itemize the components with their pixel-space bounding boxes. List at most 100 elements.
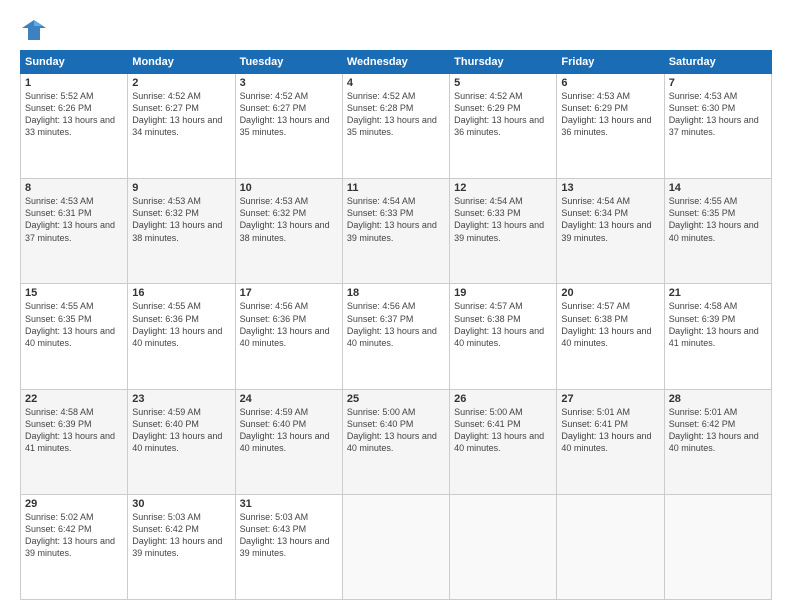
day-number: 30 <box>132 498 230 510</box>
day-info: Sunrise: 4:57 AMSunset: 6:38 PMDaylight:… <box>561 301 651 347</box>
day-info: Sunrise: 4:53 AMSunset: 6:32 PMDaylight:… <box>132 196 222 242</box>
calendar-cell: 27 Sunrise: 5:01 AMSunset: 6:41 PMDaylig… <box>557 389 664 494</box>
day-number: 25 <box>347 393 445 405</box>
day-info: Sunrise: 4:52 AMSunset: 6:28 PMDaylight:… <box>347 91 437 137</box>
calendar-cell: 18 Sunrise: 4:56 AMSunset: 6:37 PMDaylig… <box>342 284 449 389</box>
day-info: Sunrise: 4:54 AMSunset: 6:34 PMDaylight:… <box>561 196 651 242</box>
calendar-cell: 3 Sunrise: 4:52 AMSunset: 6:27 PMDayligh… <box>235 74 342 179</box>
calendar-cell: 10 Sunrise: 4:53 AMSunset: 6:32 PMDaylig… <box>235 179 342 284</box>
calendar-week-row: 8 Sunrise: 4:53 AMSunset: 6:31 PMDayligh… <box>21 179 772 284</box>
day-info: Sunrise: 4:59 AMSunset: 6:40 PMDaylight:… <box>240 407 330 453</box>
day-number: 16 <box>132 287 230 299</box>
calendar-cell: 15 Sunrise: 4:55 AMSunset: 6:35 PMDaylig… <box>21 284 128 389</box>
day-info: Sunrise: 4:58 AMSunset: 6:39 PMDaylight:… <box>669 301 759 347</box>
day-number: 31 <box>240 498 338 510</box>
day-number: 17 <box>240 287 338 299</box>
calendar-cell <box>664 494 771 599</box>
weekday-header: Wednesday <box>342 51 449 74</box>
calendar-cell <box>557 494 664 599</box>
weekday-header: Thursday <box>450 51 557 74</box>
weekday-header: Monday <box>128 51 235 74</box>
calendar-cell: 13 Sunrise: 4:54 AMSunset: 6:34 PMDaylig… <box>557 179 664 284</box>
day-number: 6 <box>561 77 659 89</box>
day-info: Sunrise: 4:56 AMSunset: 6:37 PMDaylight:… <box>347 301 437 347</box>
calendar-cell: 1 Sunrise: 5:52 AMSunset: 6:26 PMDayligh… <box>21 74 128 179</box>
weekday-header: Saturday <box>664 51 771 74</box>
day-info: Sunrise: 5:01 AMSunset: 6:41 PMDaylight:… <box>561 407 651 453</box>
logo <box>20 18 52 42</box>
calendar-cell: 8 Sunrise: 4:53 AMSunset: 6:31 PMDayligh… <box>21 179 128 284</box>
calendar-cell: 24 Sunrise: 4:59 AMSunset: 6:40 PMDaylig… <box>235 389 342 494</box>
day-number: 7 <box>669 77 767 89</box>
calendar-cell: 21 Sunrise: 4:58 AMSunset: 6:39 PMDaylig… <box>664 284 771 389</box>
day-number: 28 <box>669 393 767 405</box>
day-info: Sunrise: 5:52 AMSunset: 6:26 PMDaylight:… <box>25 91 115 137</box>
day-number: 26 <box>454 393 552 405</box>
day-number: 19 <box>454 287 552 299</box>
day-info: Sunrise: 5:00 AMSunset: 6:41 PMDaylight:… <box>454 407 544 453</box>
day-info: Sunrise: 4:59 AMSunset: 6:40 PMDaylight:… <box>132 407 222 453</box>
day-number: 24 <box>240 393 338 405</box>
calendar-cell: 17 Sunrise: 4:56 AMSunset: 6:36 PMDaylig… <box>235 284 342 389</box>
calendar-cell: 5 Sunrise: 4:52 AMSunset: 6:29 PMDayligh… <box>450 74 557 179</box>
day-number: 20 <box>561 287 659 299</box>
day-info: Sunrise: 4:58 AMSunset: 6:39 PMDaylight:… <box>25 407 115 453</box>
day-number: 1 <box>25 77 123 89</box>
day-number: 23 <box>132 393 230 405</box>
calendar-cell: 31 Sunrise: 5:03 AMSunset: 6:43 PMDaylig… <box>235 494 342 599</box>
page: SundayMondayTuesdayWednesdayThursdayFrid… <box>0 0 792 612</box>
calendar-cell: 12 Sunrise: 4:54 AMSunset: 6:33 PMDaylig… <box>450 179 557 284</box>
calendar-cell: 16 Sunrise: 4:55 AMSunset: 6:36 PMDaylig… <box>128 284 235 389</box>
day-info: Sunrise: 4:54 AMSunset: 6:33 PMDaylight:… <box>347 196 437 242</box>
day-number: 3 <box>240 77 338 89</box>
day-number: 5 <box>454 77 552 89</box>
day-info: Sunrise: 4:53 AMSunset: 6:31 PMDaylight:… <box>25 196 115 242</box>
day-info: Sunrise: 5:03 AMSunset: 6:42 PMDaylight:… <box>132 512 222 558</box>
calendar-cell: 29 Sunrise: 5:02 AMSunset: 6:42 PMDaylig… <box>21 494 128 599</box>
calendar-week-row: 1 Sunrise: 5:52 AMSunset: 6:26 PMDayligh… <box>21 74 772 179</box>
day-info: Sunrise: 4:53 AMSunset: 6:30 PMDaylight:… <box>669 91 759 137</box>
calendar-cell: 2 Sunrise: 4:52 AMSunset: 6:27 PMDayligh… <box>128 74 235 179</box>
day-number: 8 <box>25 182 123 194</box>
day-number: 29 <box>25 498 123 510</box>
day-number: 11 <box>347 182 445 194</box>
day-number: 13 <box>561 182 659 194</box>
calendar-cell: 6 Sunrise: 4:53 AMSunset: 6:29 PMDayligh… <box>557 74 664 179</box>
day-info: Sunrise: 5:01 AMSunset: 6:42 PMDaylight:… <box>669 407 759 453</box>
weekday-header: Sunday <box>21 51 128 74</box>
calendar-cell: 4 Sunrise: 4:52 AMSunset: 6:28 PMDayligh… <box>342 74 449 179</box>
calendar-cell: 22 Sunrise: 4:58 AMSunset: 6:39 PMDaylig… <box>21 389 128 494</box>
day-info: Sunrise: 4:55 AMSunset: 6:35 PMDaylight:… <box>25 301 115 347</box>
calendar-week-row: 22 Sunrise: 4:58 AMSunset: 6:39 PMDaylig… <box>21 389 772 494</box>
day-number: 21 <box>669 287 767 299</box>
day-number: 10 <box>240 182 338 194</box>
calendar-cell: 14 Sunrise: 4:55 AMSunset: 6:35 PMDaylig… <box>664 179 771 284</box>
calendar-cell: 11 Sunrise: 4:54 AMSunset: 6:33 PMDaylig… <box>342 179 449 284</box>
day-info: Sunrise: 4:53 AMSunset: 6:32 PMDaylight:… <box>240 196 330 242</box>
day-number: 18 <box>347 287 445 299</box>
day-number: 12 <box>454 182 552 194</box>
calendar-cell: 9 Sunrise: 4:53 AMSunset: 6:32 PMDayligh… <box>128 179 235 284</box>
calendar-week-row: 29 Sunrise: 5:02 AMSunset: 6:42 PMDaylig… <box>21 494 772 599</box>
logo-icon <box>20 18 48 42</box>
weekday-header: Friday <box>557 51 664 74</box>
day-info: Sunrise: 4:53 AMSunset: 6:29 PMDaylight:… <box>561 91 651 137</box>
day-info: Sunrise: 4:52 AMSunset: 6:27 PMDaylight:… <box>132 91 222 137</box>
calendar-cell: 25 Sunrise: 5:00 AMSunset: 6:40 PMDaylig… <box>342 389 449 494</box>
calendar-cell: 26 Sunrise: 5:00 AMSunset: 6:41 PMDaylig… <box>450 389 557 494</box>
day-number: 27 <box>561 393 659 405</box>
calendar-cell <box>450 494 557 599</box>
calendar-cell: 19 Sunrise: 4:57 AMSunset: 6:38 PMDaylig… <box>450 284 557 389</box>
day-number: 2 <box>132 77 230 89</box>
calendar-cell: 23 Sunrise: 4:59 AMSunset: 6:40 PMDaylig… <box>128 389 235 494</box>
day-number: 4 <box>347 77 445 89</box>
calendar-cell: 28 Sunrise: 5:01 AMSunset: 6:42 PMDaylig… <box>664 389 771 494</box>
day-info: Sunrise: 4:56 AMSunset: 6:36 PMDaylight:… <box>240 301 330 347</box>
day-info: Sunrise: 5:00 AMSunset: 6:40 PMDaylight:… <box>347 407 437 453</box>
day-info: Sunrise: 4:52 AMSunset: 6:27 PMDaylight:… <box>240 91 330 137</box>
day-info: Sunrise: 4:52 AMSunset: 6:29 PMDaylight:… <box>454 91 544 137</box>
day-info: Sunrise: 5:02 AMSunset: 6:42 PMDaylight:… <box>25 512 115 558</box>
day-info: Sunrise: 4:55 AMSunset: 6:35 PMDaylight:… <box>669 196 759 242</box>
calendar-table: SundayMondayTuesdayWednesdayThursdayFrid… <box>20 50 772 600</box>
day-number: 14 <box>669 182 767 194</box>
